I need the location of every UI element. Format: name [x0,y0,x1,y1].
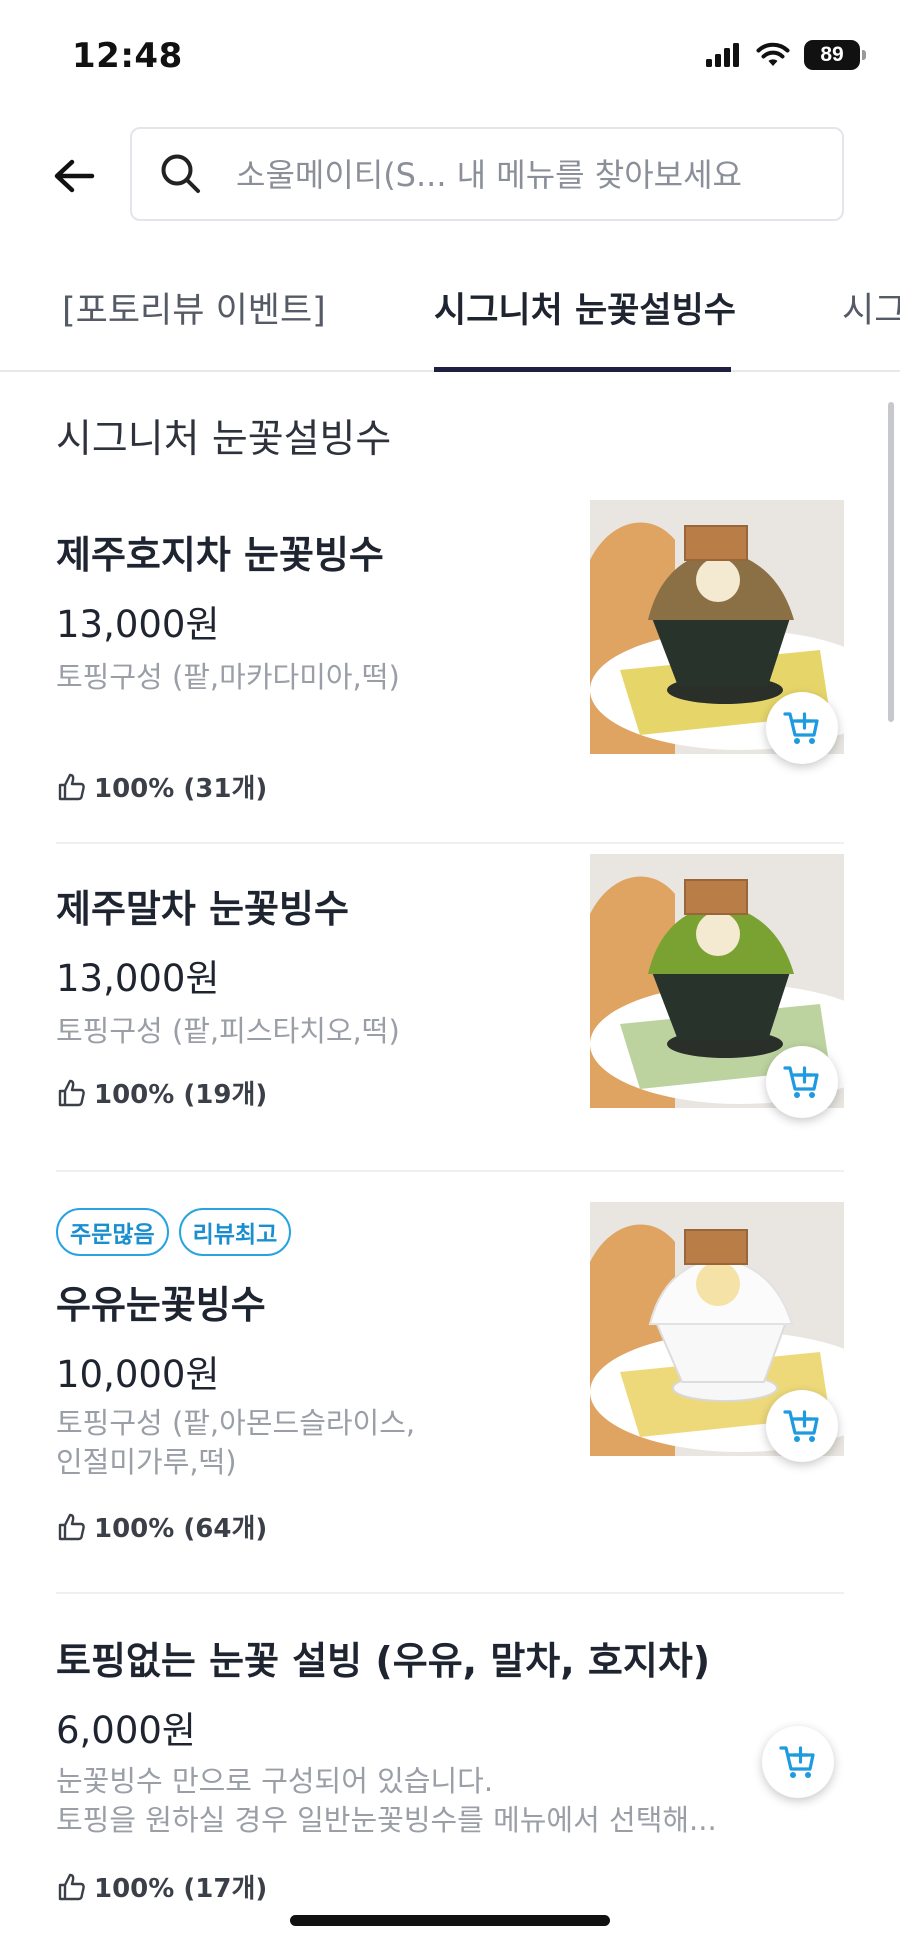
item-description: 토핑구성 (팥,피스타치오,떡) [56,1014,400,1048]
tab-signature-bingsu[interactable]: 시그니처 눈꽃설빙수 [434,282,736,333]
search-icon [161,154,200,193]
battery-level: 89 [820,43,844,66]
rating-text: 100% (17개) [94,1874,268,1904]
item-price: 13,000원 [56,603,220,646]
back-button[interactable] [46,148,102,204]
tab-photo-review-event[interactable]: [포토리뷰 이벤트] [62,282,326,333]
item-name: 우유눈꽃빙수 [56,1283,266,1327]
add-to-cart-button[interactable] [766,1046,838,1118]
search-box[interactable] [130,127,844,221]
item-description: 토핑구성 (팥,마카다미아,떡) [56,660,400,694]
add-to-cart-button[interactable] [766,1390,838,1462]
status-bar: 12:48 89 [0,0,900,110]
item-rating: 100% (17개) [56,1868,267,1905]
item-rating: 100% (64개) [56,1508,267,1545]
item-description: 토핑구성 (팥,아몬드슬라이스, 인절미가루,떡) [56,1406,416,1479]
rating-text: 100% (31개) [94,774,268,804]
screen: 12:48 89 소울메이티(S... 내 메뉴를 찾아보세요 [포토리뷰 이벤… [0,0,900,1948]
menu-item-no-topping[interactable]: 토핑없는 눈꽃 설빙 (우유, 말차, 호지차) 6,000원 눈꽃빙수 만으로… [56,1630,844,1930]
item-price: 13,000원 [56,957,220,1000]
cart-plus-icon [779,1746,815,1778]
item-name: 제주말차 눈꽃빙수 [56,887,349,931]
rating-text: 100% (19개) [94,1080,268,1110]
rating-text: 100% (64개) [94,1514,268,1544]
menu-item-hojicha[interactable]: 제주호지차 눈꽃빙수 13,000원 토핑구성 (팥,마카다미아,떡) 100%… [56,500,844,814]
battery-icon: 89 [804,40,866,70]
status-icons: 89 [706,40,866,70]
menu-item-matcha[interactable]: 제주말차 눈꽃빙수 13,000원 토핑구성 (팥,피스타치오,떡) 100% … [56,854,844,1148]
item-description: 눈꽃빙수 만으로 구성되어 있습니다. 토핑을 원하실 경우 일반눈꽃빙수를 메… [56,1764,717,1837]
add-to-cart-button[interactable] [762,1726,834,1798]
thumbs-up-icon [58,1873,85,1900]
search-input[interactable] [236,147,826,203]
badge-popular: 주문많음 [56,1208,169,1256]
tab-next[interactable]: 시그 [842,282,900,333]
arrow-left-icon [54,159,95,193]
cart-plus-icon [783,712,819,744]
signal-icon [706,43,739,67]
item-rating: 100% (31개) [56,768,267,805]
category-tabs: [포토리뷰 이벤트] 시그니처 눈꽃설빙수 시그 [0,262,900,372]
scrollbar[interactable] [888,402,894,722]
add-to-cart-button[interactable] [766,692,838,764]
cart-plus-icon [783,1066,819,1098]
active-tab-indicator [434,367,731,372]
badge-group: 주문많음 리뷰최고 [56,1208,292,1256]
menu-list[interactable]: 시그니처 눈꽃설빙수 제주호지차 눈꽃빙수 13,000원 토핑구성 (팥,마카… [0,374,900,1948]
item-name: 토핑없는 눈꽃 설빙 (우유, 말차, 호지차) [56,1639,711,1683]
item-price: 6,000원 [56,1709,196,1752]
home-indicator[interactable] [290,1915,610,1926]
wifi-icon [756,42,790,66]
item-rating: 100% (19개) [56,1074,267,1111]
section-title: 시그니처 눈꽃설빙수 [56,417,392,462]
divider [56,842,844,844]
menu-item-milk[interactable]: 주문많음 리뷰최고 우유눈꽃빙수 10,000원 토핑구성 (팥,아몬드슬라이스… [56,1202,844,1568]
header [0,120,900,230]
thumbs-up-icon [58,1079,85,1106]
badge-best-review: 리뷰최고 [178,1208,292,1256]
cart-plus-icon [783,1410,819,1442]
divider [56,1170,844,1172]
thumbs-up-icon [58,1513,85,1540]
status-time: 12:48 [72,36,183,76]
divider [56,1592,844,1594]
thumbs-up-icon [58,773,85,800]
item-name: 제주호지차 눈꽃빙수 [56,533,384,577]
item-price: 10,000원 [56,1353,220,1396]
